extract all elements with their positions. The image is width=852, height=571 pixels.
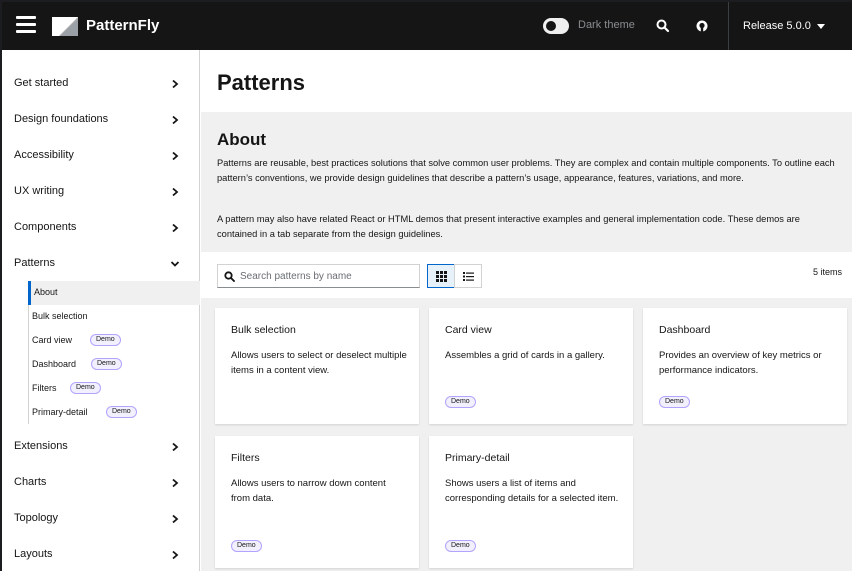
card-title: Primary-detail [445, 452, 510, 464]
about-paragraph: Patterns are reusable, best practices so… [217, 158, 835, 183]
masthead: PatternFly Dark theme Release 5.0.0 [2, 2, 852, 50]
main-content: Patterns About Patterns are reusable, be… [201, 50, 852, 571]
dark-theme-label: Dark theme [578, 19, 635, 31]
about-heading: About [217, 130, 267, 149]
card-title: Dashboard [659, 324, 711, 336]
sidebar-item-label: Accessibility [14, 149, 74, 161]
app-window: PatternFly Dark theme Release 5.0.0 Get … [2, 2, 852, 571]
sidebar-subitem-label: Primary-detail [32, 407, 88, 417]
grid-view-button[interactable] [427, 264, 455, 288]
card-description: Assembles a grid of cards in a gallery. [445, 350, 605, 361]
sidebar-item-label: Layouts [14, 548, 53, 560]
demo-badge: Demo [70, 382, 101, 394]
search-icon[interactable] [652, 15, 674, 37]
sidebar-subitem-primary-detail[interactable]: Primary-detail Demo [28, 401, 200, 425]
sidebar-item-label: UX writing [14, 185, 65, 197]
sidebar-item-charts[interactable]: Charts [2, 465, 200, 501]
page-title: Patterns [217, 70, 306, 95]
demo-badge: Demo [90, 334, 121, 346]
hamburger-icon[interactable] [16, 16, 36, 36]
pattern-card-card-view[interactable]: Card view Assembles a grid of cards in a… [429, 308, 633, 424]
toggle-switch[interactable] [543, 18, 569, 34]
demo-badge: Demo [445, 540, 476, 552]
patterns-toolbar: 5 items [201, 252, 852, 298]
demo-badge: Demo [659, 396, 690, 408]
sidebar-subitem-filters[interactable]: Filters Demo [28, 377, 200, 401]
sidebar-item-layouts[interactable]: Layouts [2, 537, 200, 571]
sidebar-item-label: Patterns [14, 257, 55, 269]
sidebar-item-extensions[interactable]: Extensions [2, 429, 200, 465]
list-view-button[interactable] [454, 264, 482, 288]
sidebar-item-components[interactable]: Components [2, 210, 200, 246]
release-label: Release 5.0.0 [743, 20, 811, 32]
chevron-right-icon [172, 115, 179, 125]
sidebar-item-label: Design foundations [14, 113, 109, 125]
grid-view-icon [436, 271, 447, 282]
sidebar-subitem-label: About [34, 287, 58, 297]
card-title: Bulk selection [231, 324, 296, 336]
demo-badge: Demo [106, 406, 137, 418]
list-view-icon [463, 272, 474, 281]
sidebar-item-label: Components [14, 221, 77, 233]
sidebar-item-label: Extensions [14, 440, 68, 452]
sidebar-item-label: Get started [14, 77, 69, 89]
sidebar-subitem-card-view[interactable]: Card view Demo [28, 329, 200, 353]
about-paragraph: A pattern may also have related React or… [217, 214, 800, 239]
chevron-right-icon [172, 550, 179, 560]
sidebar-subitem-label: Filters [32, 383, 57, 393]
page-header: Patterns [201, 50, 852, 112]
sidebar-item-accessibility[interactable]: Accessibility [2, 138, 200, 174]
release-dropdown[interactable]: Release 5.0.0 [728, 2, 840, 50]
card-description: Allows users to narrow down content from… [231, 478, 386, 504]
chevron-down-icon [170, 261, 180, 267]
search-input[interactable] [240, 268, 415, 284]
card-title: Filters [231, 452, 260, 464]
chevron-right-icon [172, 223, 179, 233]
brand-name: PatternFly [86, 17, 160, 34]
sidebar-item-topology[interactable]: Topology [2, 501, 200, 537]
sidebar-subitem-about[interactable]: About [28, 281, 200, 305]
pattern-card-bulk-selection[interactable]: Bulk selection Allows users to select or… [215, 308, 419, 424]
sidebar-nav: Get started Design foundations Accessibi… [2, 50, 200, 571]
view-toggle-group [427, 264, 483, 288]
card-description: Provides an overview of key metrics or p… [659, 350, 822, 376]
chevron-right-icon [172, 514, 179, 524]
card-description: Allows users to select or deselect multi… [231, 350, 407, 376]
demo-badge: Demo [231, 540, 262, 552]
sidebar-item-label: Topology [14, 512, 59, 524]
sidebar-subitem-label: Card view [32, 335, 73, 345]
chevron-right-icon [172, 442, 179, 452]
sidebar-item-label: Charts [14, 476, 47, 488]
sidebar-subitem-bulk-selection[interactable]: Bulk selection [28, 305, 200, 329]
patternfly-logo [52, 17, 78, 36]
sidebar-subitem-dashboard[interactable]: Dashboard Demo [28, 353, 200, 377]
item-count: 5 items [813, 267, 843, 277]
demo-badge: Demo [91, 358, 122, 370]
about-section: About Patterns are reusable, best practi… [201, 112, 852, 252]
pattern-card-primary-detail[interactable]: Primary-detail Shows users a list of ite… [429, 436, 633, 568]
sidebar-item-get-started[interactable]: Get started [2, 66, 200, 102]
sidebar-item-design-foundations[interactable]: Design foundations [2, 102, 200, 138]
dark-theme-toggle[interactable]: Dark theme [543, 16, 653, 36]
chevron-right-icon [172, 478, 179, 488]
github-icon[interactable] [691, 15, 713, 37]
demo-badge: Demo [445, 396, 476, 408]
sidebar-subitem-label: Dashboard [32, 359, 77, 369]
caret-down-icon [817, 24, 825, 29]
chevron-right-icon [172, 187, 179, 197]
sidebar-item-patterns[interactable]: Patterns [2, 246, 200, 282]
search-icon [224, 271, 235, 282]
pattern-card-filters[interactable]: Filters Allows users to narrow down cont… [215, 436, 419, 568]
card-description: Shows users a list of items and correspo… [445, 478, 619, 504]
brand-logo[interactable]: PatternFly [50, 12, 160, 40]
chevron-right-icon [172, 79, 179, 89]
pattern-card-dashboard[interactable]: Dashboard Provides an overview of key me… [643, 308, 847, 424]
chevron-right-icon [172, 151, 179, 161]
card-title: Card view [445, 324, 492, 336]
sidebar-subitem-label: Bulk selection [32, 311, 88, 321]
sidebar-item-ux-writing[interactable]: UX writing [2, 174, 200, 210]
search-box[interactable] [217, 264, 420, 288]
